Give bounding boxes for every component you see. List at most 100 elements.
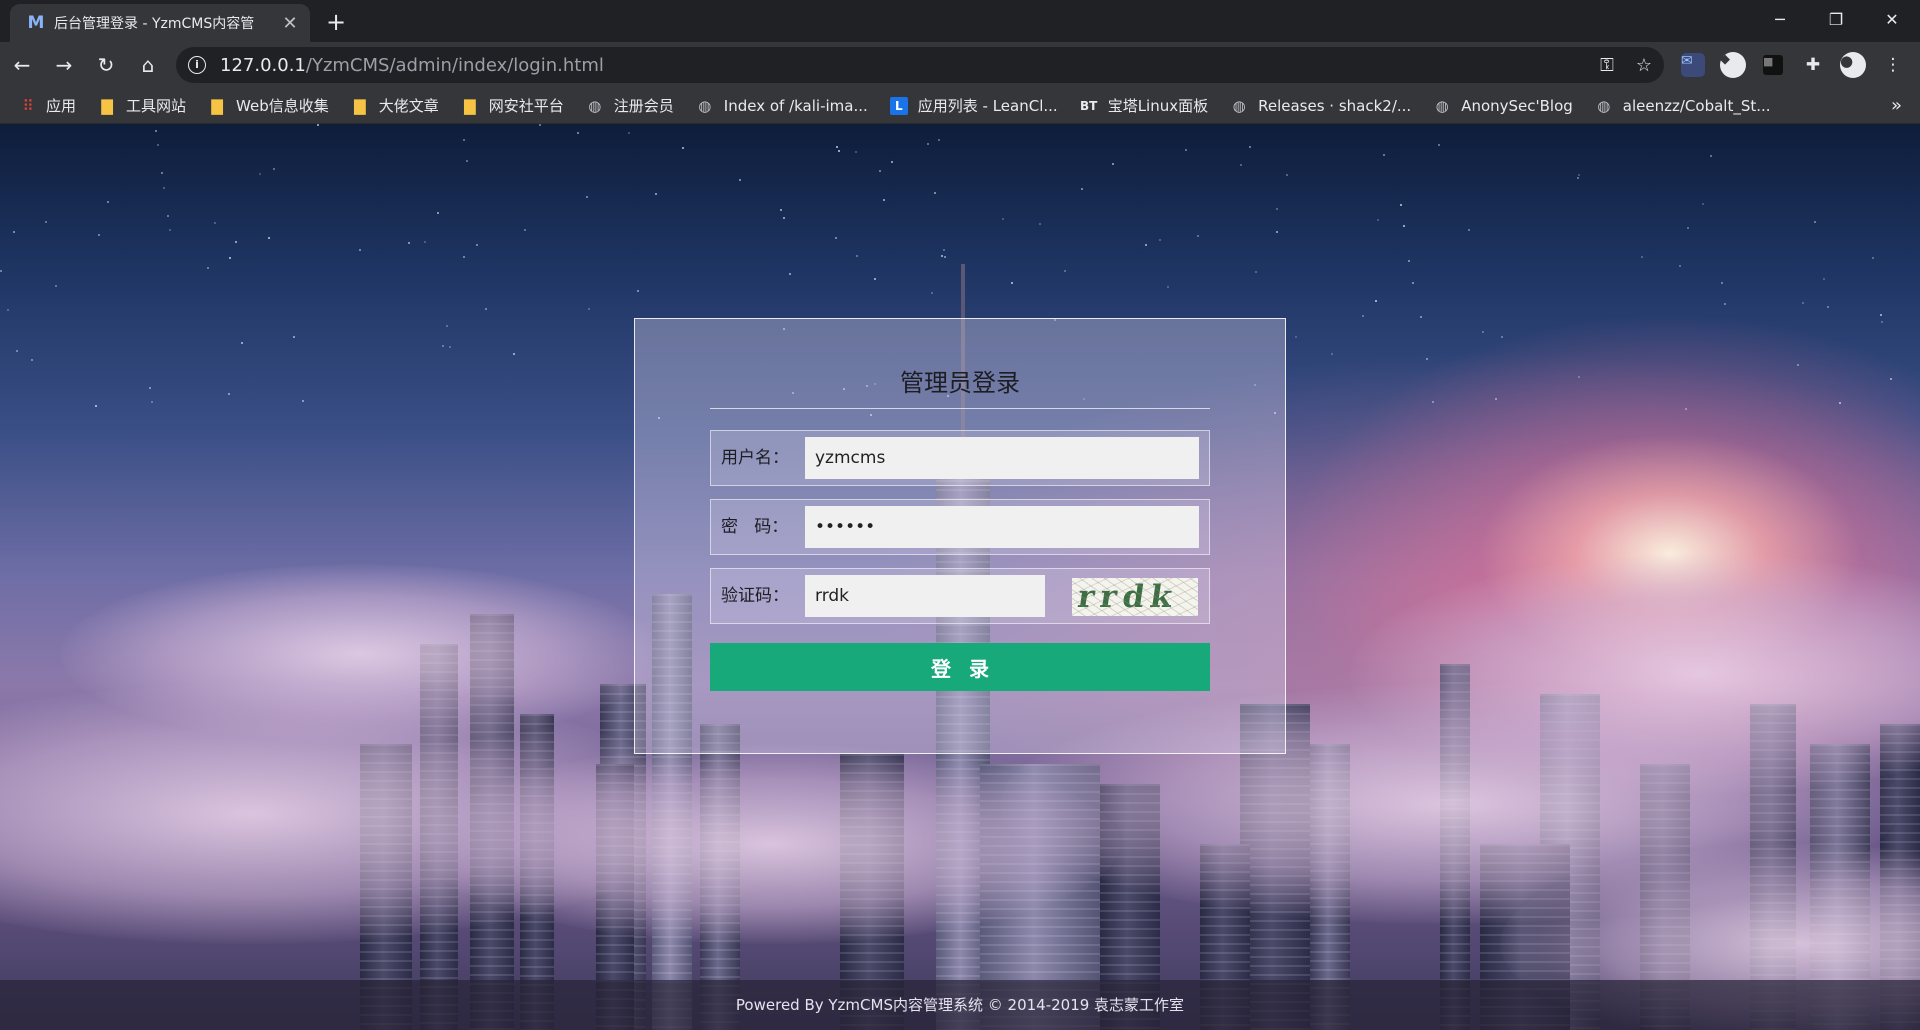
star-dot	[1685, 408, 1687, 410]
key-icon[interactable]: ⚿	[1600, 55, 1614, 76]
bookmark-label: AnonySec'Blog	[1461, 96, 1573, 115]
star-dot	[838, 150, 840, 152]
username-input[interactable]	[805, 437, 1199, 479]
star-dot	[1145, 244, 1147, 246]
browser-tab[interactable]: M 后台管理登录 - YzmCMS内容管 ✕	[10, 4, 310, 42]
bookmarks-overflow-icon[interactable]: »	[1891, 95, 1902, 116]
star-dot	[1839, 402, 1841, 404]
star-dot	[944, 256, 946, 258]
globe-icon: ◍	[698, 96, 712, 115]
captcha-noise	[1072, 578, 1198, 616]
star-dot	[476, 244, 478, 246]
bookmark-label: 宝塔Linux面板	[1107, 97, 1209, 115]
captcha-label: 验证码：	[721, 586, 789, 606]
star-dot	[167, 215, 169, 217]
menu-kebab-icon[interactable]: ⋮	[1878, 50, 1908, 80]
extensions-area: ✉ ◆ ■ ✚ ● ⋮	[1678, 50, 1908, 80]
captcha-image[interactable]: rrdk	[1072, 578, 1198, 616]
bookmark-label: 应用	[46, 97, 77, 115]
star-dot	[1578, 174, 1580, 176]
star-dot	[524, 229, 526, 231]
star-dot	[98, 234, 100, 236]
star-dot	[1880, 314, 1882, 316]
page-footer: Powered By YzmCMS内容管理系统 © 2014-2019 袁志蒙工…	[0, 980, 1920, 1030]
globe-icon: ◍	[588, 96, 602, 115]
star-dot	[149, 387, 151, 389]
star-dot	[214, 222, 216, 224]
star-dot	[938, 139, 940, 141]
star-dot	[1011, 282, 1013, 284]
star-dot	[446, 325, 448, 327]
bookmark-folder-tools[interactable]: ▇ 工具网站	[98, 95, 186, 116]
star-dot	[1295, 336, 1297, 338]
star-dot	[783, 217, 785, 219]
extension-3-icon[interactable]: ■	[1758, 50, 1788, 80]
bookmark-label: 工具网站	[126, 97, 187, 115]
bookmark-label: Releases · shack2/...	[1258, 96, 1412, 115]
bookmark-leancloud[interactable]: L 应用列表 - LeanCl...	[889, 95, 1058, 116]
username-label: 用户名：	[721, 448, 789, 468]
password-input[interactable]	[805, 506, 1199, 548]
bookmark-apps[interactable]: ⠿ 应用	[18, 95, 77, 116]
star-dot	[1710, 155, 1712, 157]
star-dot	[235, 241, 237, 243]
bookmark-label: Index of /kali-ima...	[723, 96, 868, 115]
bookmark-label: 网安社平台	[488, 97, 564, 115]
browser-titlebar: M 后台管理登录 - YzmCMS内容管 ✕ + ─ ❐ ✕	[0, 0, 1920, 42]
bookmark-cobalt[interactable]: ◍ aleenzz/Cobalt_St...	[1595, 97, 1770, 115]
star-dot	[1375, 300, 1377, 302]
star-dot	[155, 130, 157, 132]
star-dot	[835, 237, 837, 239]
bookmark-register[interactable]: ◍ 注册会员	[586, 95, 674, 116]
reload-icon[interactable]: ↻	[86, 47, 126, 83]
bookmark-bt-panel[interactable]: BT 宝塔Linux面板	[1080, 95, 1208, 116]
bookmark-folder-web-info[interactable]: ▇ Web信息收集	[208, 95, 328, 116]
star-dot	[161, 172, 163, 174]
folder-icon: ▇	[211, 96, 223, 115]
minimize-button[interactable]: ─	[1752, 0, 1808, 38]
login-submit-button[interactable]: 登录	[710, 643, 1210, 691]
bookmark-label: 大佬文章	[378, 97, 439, 115]
star-dot	[1383, 154, 1385, 156]
forward-arrow-icon[interactable]: →	[44, 47, 84, 83]
star-dot	[293, 336, 295, 338]
close-window-button[interactable]: ✕	[1864, 0, 1920, 38]
new-tab-button[interactable]: +	[322, 8, 350, 36]
extensions-puzzle-icon[interactable]: ✚	[1798, 50, 1828, 80]
home-icon[interactable]: ⌂	[128, 47, 168, 83]
star-dot	[163, 187, 165, 189]
bookmark-anonysec[interactable]: ◍ AnonySec'Blog	[1433, 97, 1573, 115]
star-dot	[1890, 378, 1892, 380]
address-bar[interactable]: i 127.0.0.1 /YzmCMS/admin/index/login.ht…	[176, 47, 1664, 83]
star-dot	[1167, 286, 1169, 288]
star-dot	[927, 143, 929, 145]
star-dot	[7, 309, 9, 311]
tab-close-icon[interactable]: ✕	[280, 13, 300, 34]
star-dot	[941, 255, 943, 257]
star-dot	[1679, 265, 1681, 267]
extension-1-icon[interactable]: ✉	[1678, 50, 1708, 80]
star-dot	[1724, 303, 1726, 305]
bookmark-folder-platform[interactable]: ▇ 网安社平台	[461, 95, 564, 116]
bookmark-folder-articles[interactable]: ▇ 大佬文章	[351, 95, 439, 116]
star-dot	[1872, 257, 1874, 259]
bookmarks-bar: ⠿ 应用 ▇ 工具网站 ▇ Web信息收集 ▇ 大佬文章 ▇ 网安社平台 ◍ 注…	[0, 88, 1920, 124]
star-dot	[1702, 203, 1704, 205]
site-info-icon[interactable]: i	[188, 56, 206, 74]
star-dot	[1687, 227, 1689, 229]
star-dot	[1501, 336, 1503, 338]
extension-2-icon[interactable]: ◆	[1718, 50, 1748, 80]
star-dot	[1159, 239, 1161, 241]
bookmark-kali[interactable]: ◍ Index of /kali-ima...	[696, 97, 868, 115]
star-dot	[513, 353, 515, 355]
bookmark-star-icon[interactable]: ☆	[1636, 55, 1652, 76]
password-row: 密 码：	[710, 499, 1210, 555]
captcha-input[interactable]	[805, 575, 1045, 617]
url-host: 127.0.0.1	[220, 54, 306, 76]
back-arrow-icon[interactable]: ←	[2, 47, 42, 83]
profile-avatar-icon[interactable]: ●	[1838, 50, 1868, 80]
star-dot	[1802, 302, 1804, 304]
restore-button[interactable]: ❐	[1808, 0, 1864, 38]
star-dot	[1400, 204, 1402, 206]
bookmark-releases[interactable]: ◍ Releases · shack2/...	[1230, 96, 1412, 115]
